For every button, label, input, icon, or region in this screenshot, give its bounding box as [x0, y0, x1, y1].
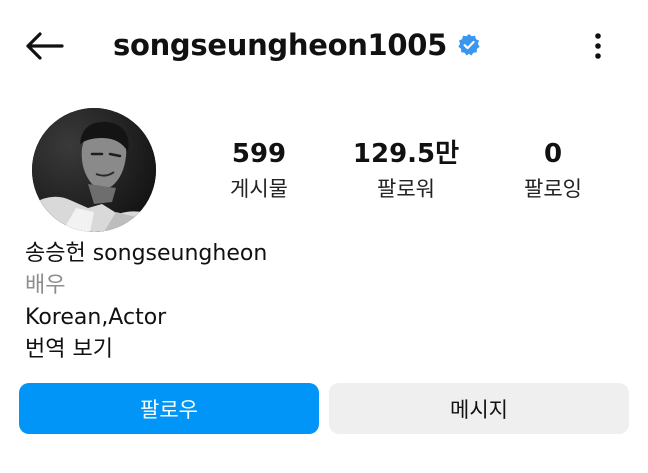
stat-followers[interactable]: 129.5만 팔로워	[341, 136, 471, 204]
profile-avatar[interactable]	[32, 108, 156, 232]
translate-link[interactable]: 번역 보기	[25, 334, 615, 366]
username-title: songseungheon1005	[113, 28, 448, 62]
arrow-left-icon	[26, 32, 64, 60]
posts-count: 599	[231, 139, 287, 169]
display-name: 송승헌 songseungheon	[25, 241, 268, 266]
followers-label: 팔로워	[377, 177, 435, 201]
profile-header: songseungheon1005	[0, 0, 648, 90]
bio-description: Korean,Actor	[25, 305, 167, 330]
more-vertical-icon	[595, 33, 601, 59]
verified-badge-icon	[457, 33, 481, 57]
more-options-button[interactable]	[582, 26, 614, 66]
following-label: 팔로잉	[524, 177, 582, 201]
stat-posts[interactable]: 599 게시물	[194, 136, 324, 204]
following-count: 0	[543, 139, 563, 169]
message-button[interactable]: 메시지	[329, 383, 629, 434]
posts-label: 게시물	[230, 177, 288, 201]
followers-count: 129.5만	[352, 139, 460, 169]
profile-bio: 송승헌 songseungheon 배우 Korean,Actor 번역 보기	[25, 238, 615, 366]
profile-category: 배우	[25, 273, 66, 298]
stat-following[interactable]: 0 팔로잉	[488, 136, 618, 204]
back-button[interactable]	[22, 26, 66, 66]
profile-title: songseungheon1005	[113, 24, 481, 66]
follow-button[interactable]: 팔로우	[19, 383, 319, 434]
